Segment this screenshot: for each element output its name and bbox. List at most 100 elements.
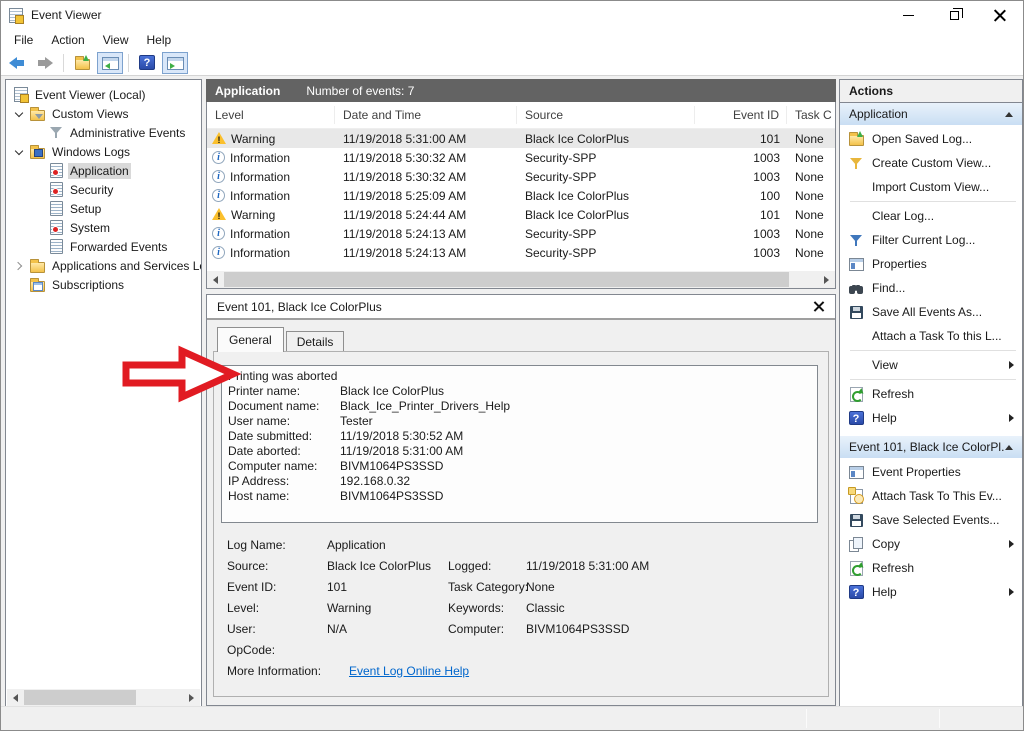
row-source: Security-SPP (517, 151, 695, 165)
field-label: User: (227, 622, 327, 636)
column-task-category[interactable]: Task C (787, 106, 835, 124)
submenu-arrow-icon (1009, 361, 1014, 369)
scroll-left-button[interactable] (207, 271, 224, 288)
event-row[interactable]: Warning 11/19/2018 5:31:00 AM Black Ice … (207, 129, 835, 148)
row-event-id: 101 (695, 208, 787, 222)
tree-item-security[interactable]: Security (6, 180, 201, 199)
chevron-down-icon[interactable] (14, 109, 24, 119)
action-refresh[interactable]: Refresh (840, 382, 1022, 406)
row-task-category: None (787, 151, 835, 165)
tree-item-subscriptions[interactable]: Subscriptions (6, 275, 201, 294)
scroll-right-button[interactable] (818, 271, 835, 288)
action-find[interactable]: Find... (840, 276, 1022, 300)
action-save-selected-events[interactable]: Save Selected Events... (840, 508, 1022, 532)
collapse-icon[interactable] (1005, 445, 1013, 450)
action-event-properties[interactable]: Event Properties (840, 460, 1022, 484)
back-button[interactable] (4, 52, 30, 74)
toolbar-separator (128, 54, 129, 72)
action-help[interactable]: Help (840, 406, 1022, 430)
scroll-left-button[interactable] (7, 689, 24, 706)
close-preview-icon[interactable] (812, 300, 825, 313)
submenu-arrow-icon (1009, 540, 1014, 548)
tree-item-system[interactable]: System (6, 218, 201, 237)
chevron-down-icon[interactable] (14, 147, 24, 157)
menu-action[interactable]: Action (42, 31, 93, 49)
action-view[interactable]: View (840, 353, 1022, 377)
tree-item-label: Forwarded Events (68, 239, 169, 255)
event-row[interactable]: Information 11/19/2018 5:24:13 AM Securi… (207, 224, 835, 243)
action-open-saved-log[interactable]: Open Saved Log... (840, 127, 1022, 151)
chevron-right-icon[interactable] (14, 261, 24, 271)
event-row[interactable]: Warning 11/19/2018 5:24:44 AM Black Ice … (207, 205, 835, 224)
minimize-button[interactable] (885, 1, 931, 29)
field-value: N/A (327, 622, 448, 636)
description-label: Printer name: (228, 384, 340, 399)
event-log-online-help-link[interactable]: Event Log Online Help (349, 664, 469, 678)
show-action-pane-button[interactable] (162, 52, 188, 74)
submenu-arrow-icon (1009, 588, 1014, 596)
action-attach-task-to-log[interactable]: Attach a Task To this L... (840, 324, 1022, 348)
row-level: Information (230, 170, 290, 184)
scroll-right-button[interactable] (183, 689, 200, 706)
action-filter-current-log[interactable]: Filter Current Log... (840, 228, 1022, 252)
help-button[interactable] (134, 52, 160, 74)
description-value: Black_Ice_Printer_Drivers_Help (340, 399, 510, 414)
tree-item-applications-and-services[interactable]: Applications and Services Lo (6, 256, 201, 275)
action-properties[interactable]: Properties (840, 252, 1022, 276)
event-row[interactable]: Information 11/19/2018 5:30:32 AM Securi… (207, 167, 835, 186)
export-log-button[interactable] (69, 52, 95, 74)
field-label: Keywords: (448, 601, 526, 615)
scrollbar-thumb[interactable] (24, 690, 136, 705)
tree-item-event-viewer-local[interactable]: Event Viewer (Local) (6, 85, 201, 104)
list-horizontal-scrollbar[interactable] (207, 271, 835, 288)
row-datetime: 11/19/2018 5:25:09 AM (335, 189, 517, 203)
field-label: Task Category: (448, 580, 526, 594)
forward-button[interactable] (32, 52, 58, 74)
action-create-custom-view[interactable]: Create Custom View... (840, 151, 1022, 175)
save-icon (850, 514, 863, 527)
tree-item-custom-views[interactable]: Custom Views (6, 104, 201, 123)
tree-item-application[interactable]: Application (6, 161, 201, 180)
show-console-tree-button[interactable] (97, 52, 123, 74)
scrollbar-thumb[interactable] (224, 272, 789, 287)
column-date-time[interactable]: Date and Time (335, 106, 517, 124)
row-datetime: 11/19/2018 5:30:32 AM (335, 151, 517, 165)
action-clear-log[interactable]: Clear Log... (840, 204, 1022, 228)
event-row[interactable]: Information 11/19/2018 5:30:32 AM Securi… (207, 148, 835, 167)
close-button[interactable] (977, 1, 1023, 29)
column-event-id[interactable]: Event ID (695, 106, 787, 124)
properties-icon (849, 258, 864, 271)
action-save-all-events-as[interactable]: Save All Events As... (840, 300, 1022, 324)
collapse-icon[interactable] (1005, 112, 1013, 117)
action-label: Save All Events As... (872, 305, 1014, 319)
tree-horizontal-scrollbar[interactable] (7, 689, 200, 706)
menu-view[interactable]: View (94, 31, 138, 49)
event-description-box[interactable]: Printing was aborted Printer name:Black … (221, 365, 818, 523)
actions-section-event[interactable]: Event 101, Black Ice ColorPl... (840, 436, 1022, 458)
event-row[interactable]: Information 11/19/2018 5:25:09 AM Black … (207, 186, 835, 205)
column-source[interactable]: Source (517, 106, 695, 124)
action-label: Refresh (872, 561, 1014, 575)
tree-item-forwarded-events[interactable]: Forwarded Events (6, 237, 201, 256)
menu-help[interactable]: Help (138, 31, 181, 49)
action-help-event[interactable]: Help (840, 580, 1022, 604)
column-level[interactable]: Level (207, 106, 335, 124)
action-copy[interactable]: Copy (840, 532, 1022, 556)
action-attach-task-to-event[interactable]: Attach Task To This Ev... (840, 484, 1022, 508)
field-label: Level: (227, 601, 327, 615)
event-row[interactable]: Information 11/19/2018 5:24:13 AM Securi… (207, 243, 835, 262)
field-label: More Information: (227, 664, 339, 678)
actions-section-application[interactable]: Application (840, 103, 1022, 125)
tree-item-setup[interactable]: Setup (6, 199, 201, 218)
row-datetime: 11/19/2018 5:30:32 AM (335, 170, 517, 184)
action-import-custom-view[interactable]: Import Custom View... (840, 175, 1022, 199)
tab-details[interactable]: Details (286, 331, 345, 352)
action-refresh-event[interactable]: Refresh (840, 556, 1022, 580)
toolbar-separator (63, 54, 64, 72)
menu-file[interactable]: File (5, 31, 42, 49)
restore-button[interactable] (931, 1, 977, 29)
back-icon (9, 57, 25, 69)
tree-item-administrative-events[interactable]: Administrative Events (6, 123, 201, 142)
tree-item-windows-logs[interactable]: Windows Logs (6, 142, 201, 161)
row-source: Security-SPP (517, 170, 695, 184)
